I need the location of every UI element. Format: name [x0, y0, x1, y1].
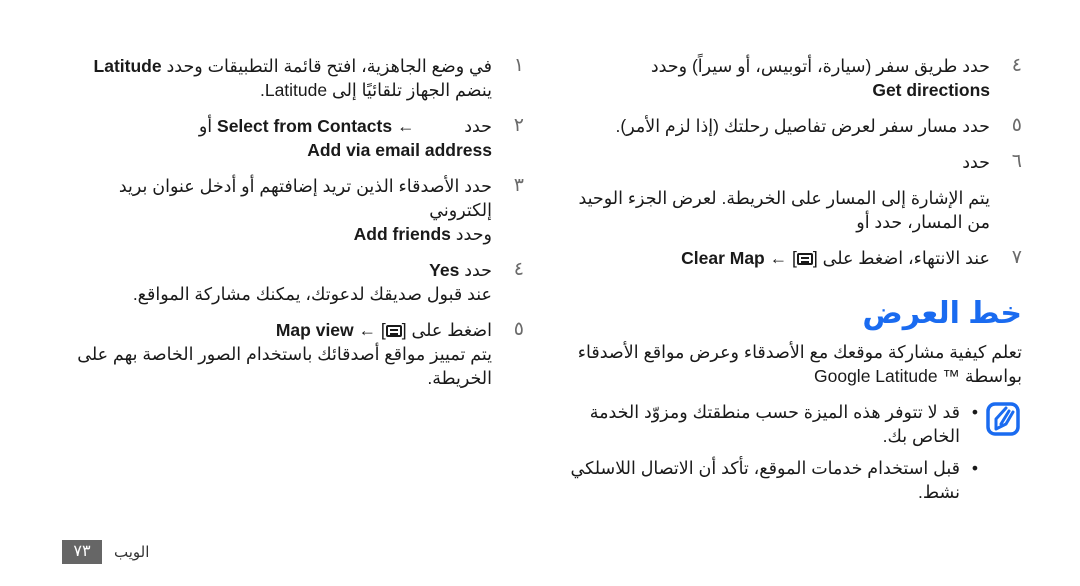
left-column: ١ في وضع الجاهزية، افتح قائمة التطبيقات … — [74, 54, 524, 402]
step-number: ١ — [513, 55, 524, 76]
or-text: أو — [198, 116, 213, 136]
step-description: عند قبول صديقك لدعوتك، يمكنك مشاركة المو… — [132, 284, 492, 304]
note-item: قبل استخدام خدمات الموقع، تأكد أن الاتصا… — [560, 456, 978, 504]
arrow-icon: ← — [396, 116, 415, 136]
arrow-icon: ← — [769, 248, 788, 268]
notes-box: قد لا تتوفر هذه الميزة حسب منطقتك ومزوّد… — [560, 400, 1022, 504]
step-description: ينضم الجهاز تلقائيًا إلى Latitude. — [259, 80, 492, 100]
step-6-select: ٦ حدد يتم الإشارة إلى المسار على الخريطة… — [560, 150, 1022, 234]
page-footer: ٧٣ الويب — [62, 540, 149, 564]
step-number: ٥ — [1011, 115, 1022, 136]
right-column: ٤ حدد طريق سفر (سيارة، أتوبيس، أو سيراً)… — [560, 54, 1023, 512]
bracket-close: ] — [401, 320, 407, 340]
bracket-close: ] — [812, 248, 818, 268]
step-text: حدد — [464, 116, 492, 136]
step-number: ٦ — [1011, 151, 1022, 172]
step-command: Select from Contacts — [217, 116, 393, 136]
section-label: الويب — [114, 544, 150, 561]
step-2-select-contacts: ٢ حدد ← Select from Contacts أو Add via … — [74, 114, 524, 162]
step-4-yes: ٤ حدد Yes عند قبول صديقك لدعوتك، يمكنك م… — [74, 258, 524, 306]
page-number-badge: ٧٣ — [62, 540, 102, 564]
step-4-directions: ٤ حدد طريق سفر (سيارة، أتوبيس، أو سيراً)… — [560, 54, 1022, 102]
intro-text: تعلم كيفية مشاركة موقعك مع الأصدقاء وعرض… — [577, 342, 1022, 362]
step-7-clear-map: ٧ عند الانتهاء، اضغط على [] ← Clear Map — [560, 246, 1022, 270]
step-text: حدد الأصدقاء الذين تريد إضافتهم أو أدخل … — [118, 176, 492, 220]
step-3-add-friends: ٣ حدد الأصدقاء الذين تريد إضافتهم أو أدخ… — [74, 174, 524, 246]
step-command: Get directions — [872, 80, 990, 100]
step-text: اضغط على — [411, 320, 492, 340]
step-text: عند الانتهاء، اضغط على — [822, 248, 990, 268]
step-number: ٤ — [1011, 55, 1022, 76]
step-1-open-latitude: ١ في وضع الجاهزية، افتح قائمة التطبيقات … — [74, 54, 524, 102]
step-description: يتم الإشارة إلى المسار على الخريطة. لعرض… — [578, 188, 990, 232]
step-command-2: Add via email address — [307, 140, 492, 160]
menu-icon — [385, 325, 402, 337]
arrow-icon: ← — [358, 320, 377, 340]
intro-text-2: بواسطة — [964, 366, 1022, 386]
step-command: Latitude — [93, 56, 162, 76]
step-text: حدد — [962, 152, 990, 172]
step-5-route: ٥ حدد مسار سفر لعرض تفاصيل رحلتك (إذا لز… — [560, 114, 1023, 138]
step-number: ٥ — [513, 319, 524, 340]
step-text-2: وحدد — [455, 224, 492, 244]
step-number: ٤ — [513, 259, 524, 280]
step-text: في وضع الجاهزية، افتح قائمة التطبيقات وح… — [166, 56, 492, 76]
section-title: خط العرض — [862, 297, 1022, 330]
note-item: قد لا تتوفر هذه الميزة حسب منطقتك ومزوّد… — [560, 400, 978, 448]
step-command: Add friends — [353, 224, 451, 244]
step-5-map-view: ٥ اضغط على [] ← Map view يتم تمييز مواقع… — [74, 318, 524, 390]
step-text: حدد مسار سفر لعرض تفاصيل رحلتك (إذا لزم … — [615, 116, 991, 136]
menu-key: [] — [792, 246, 818, 270]
step-number: ٧ — [1011, 247, 1022, 268]
step-command: Yes — [429, 260, 460, 280]
google-latitude-label: Google Latitude ™ — [814, 366, 960, 386]
step-text: حدد — [464, 260, 492, 280]
note-pencil-icon — [986, 402, 1020, 436]
step-number: ٣ — [513, 175, 524, 196]
step-description: يتم تمييز مواقع أصدقائك باستخدام الصور ا… — [77, 344, 492, 388]
step-command: Map view — [275, 320, 354, 340]
step-text: حدد طريق سفر (سيارة، أتوبيس، أو سيراً) و… — [650, 56, 990, 76]
step-command: Clear Map — [681, 248, 765, 268]
notes-list: قد لا تتوفر هذه الميزة حسب منطقتك ومزوّد… — [560, 400, 978, 504]
section-intro: تعلم كيفية مشاركة موقعك مع الأصدقاء وعرض… — [560, 340, 1022, 388]
menu-key: [] — [381, 318, 407, 342]
menu-icon — [796, 253, 813, 265]
step-number: ٢ — [513, 115, 524, 136]
